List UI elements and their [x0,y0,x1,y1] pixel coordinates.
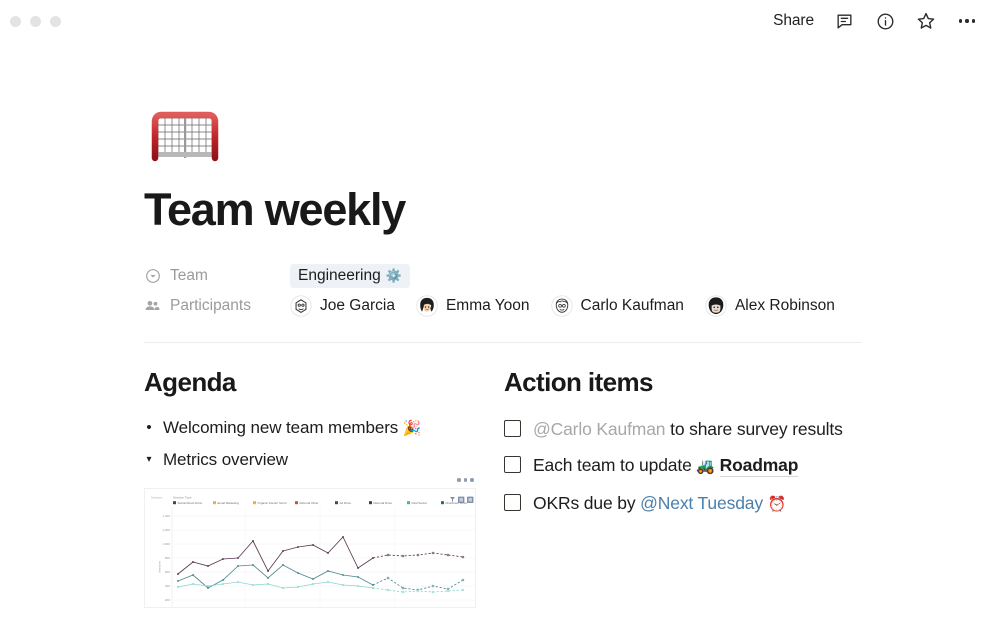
list-item[interactable]: ▾ Metrics overview [144,446,504,474]
participant-carlo-kaufman[interactable]: Carlo Kaufman [551,295,684,317]
todo-item[interactable]: OKRs due by @Next Tuesday ⏰ [504,488,924,520]
svg-text:1,200: 1,200 [162,528,170,532]
svg-text:400: 400 [165,584,170,588]
chevron-circle-down-icon [144,268,161,285]
checkbox[interactable] [504,494,521,511]
people-icon [144,298,161,315]
svg-text:1,000: 1,000 [162,542,170,546]
svg-text:200: 200 [165,598,170,602]
participant-name: Joe Garcia [320,297,395,315]
content-divider [144,342,862,343]
svg-text:Email Marketing: Email Marketing [218,501,240,505]
avatar [551,295,573,317]
participants-list: Joe Garcia Emma Yo [290,295,835,317]
property-label-participants: Participants [170,297,251,315]
svg-text:Organic Interior Scroll: Organic Interior Scroll [258,501,287,505]
window-traffic-lights [10,16,61,27]
checkbox[interactable] [504,420,521,437]
property-label-team: Team [170,267,208,285]
action-items-heading[interactable]: Action items [504,367,924,398]
window-titlebar: Share [0,0,1000,42]
window-maximize-button[interactable] [50,16,61,27]
share-button[interactable]: Share [773,12,814,30]
star-icon[interactable] [915,10,937,32]
list-item[interactable]: • Welcoming new team members 🎉 [144,414,504,443]
drag-handle-icon[interactable] [457,478,474,482]
property-key-participants[interactable]: Participants [144,297,290,315]
action-items-column: Action items @Carlo Kaufman to share sur… [504,367,924,608]
todo-label: Each team to update 🚜 Roadmap [533,450,798,482]
mention-next-tuesday[interactable]: @Next Tuesday [640,493,763,513]
todo-item[interactable]: Each team to update 🚜 Roadmap [504,450,924,482]
svg-text:Ad Drive: Ad Drive [340,501,352,505]
info-icon[interactable] [874,10,896,32]
participant-name: Alex Robinson [735,297,835,315]
participant-joe-garcia[interactable]: Joe Garcia [290,295,395,317]
window-close-button[interactable] [10,16,21,27]
tractor-icon: 🚜 [696,458,715,475]
page-title[interactable]: Team weekly [144,186,862,233]
svg-text:Referral Drive: Referral Drive [374,501,393,505]
svg-text:Session Type: Session Type [173,496,192,500]
metrics-chart[interactable]: Session Type Social Direct Drive Email M… [144,488,476,608]
todo-label: @Carlo Kaufman to share survey results [533,414,843,444]
window-minimize-button[interactable] [30,16,41,27]
avatar [705,295,727,317]
svg-text:600: 600 [165,570,170,574]
participant-name: Carlo Kaufman [581,297,684,315]
agenda-heading[interactable]: Agenda [144,367,504,398]
agenda-column: Agenda • Welcoming new team members 🎉 ▾ … [144,367,504,608]
participant-name: Emma Yoon [446,297,530,315]
svg-text:Paid Social: Paid Social [412,501,427,505]
alarm-clock-icon: ⏰ [768,496,787,513]
gear-icon: ⚙️ [386,269,402,283]
todo-item[interactable]: @Carlo Kaufman to share survey results [504,414,924,444]
chart-embed[interactable]: Session Type Social Direct Drive Email M… [144,488,476,608]
svg-text:Sessions: Sessions [151,496,163,500]
chart-svg: Session Type Social Direct Drive Email M… [145,489,476,608]
svg-text:Social Direct Drive: Social Direct Drive [178,501,203,505]
list-item-label: Metrics overview [163,446,288,474]
document-body: Team weekly Team Engineering ⚙️ [0,104,1000,608]
property-row-team: Team Engineering ⚙️ [144,261,862,291]
content-columns: Agenda • Welcoming new team members 🎉 ▾ … [144,367,862,608]
list-item-label: Welcoming new team members 🎉 [163,414,421,443]
property-row-participants: Participants Joe Garcia [144,291,862,321]
hockey-goal-icon [144,106,226,164]
party-popper-icon: 🎉 [403,420,422,437]
checkbox[interactable] [504,456,521,473]
comment-icon[interactable] [833,10,855,32]
property-key-team[interactable]: Team [144,267,290,285]
participant-emma-yoon[interactable]: Emma Yoon [416,295,530,317]
bullet-icon: • [144,414,154,442]
mention-carlo-kaufman[interactable]: @Carlo Kaufman [533,419,665,439]
svg-text:800: 800 [165,556,170,560]
chevron-down-icon[interactable]: ▾ [144,446,154,474]
avatar [416,295,438,317]
todo-label: OKRs due by @Next Tuesday ⏰ [533,488,786,520]
svg-text:Sessions: Sessions [158,561,162,573]
page-link-roadmap[interactable]: Roadmap [720,455,799,477]
chip-engineering[interactable]: Engineering ⚙️ [290,264,410,288]
participant-alex-robinson[interactable]: Alex Robinson [705,295,835,317]
chip-label: Engineering [298,267,381,284]
page-properties: Team Engineering ⚙️ Participants [144,261,862,321]
page-emoji[interactable] [144,104,862,166]
more-icon[interactable] [956,10,978,32]
avatar [290,295,312,317]
svg-text:Referral Other: Referral Other [300,501,319,505]
svg-text:1,400: 1,400 [162,514,170,518]
titlebar-actions: Share [773,10,978,32]
